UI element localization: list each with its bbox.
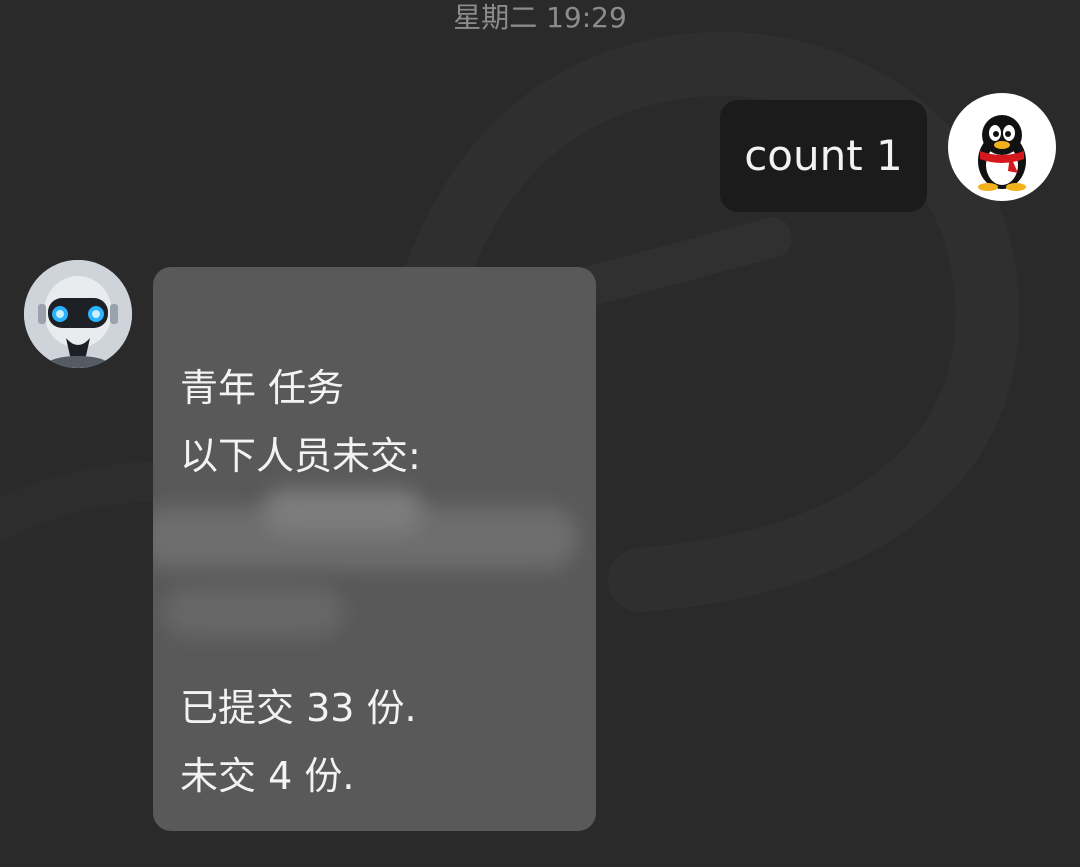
robot-head-icon <box>24 260 132 368</box>
user-avatar[interactable] <box>948 93 1056 201</box>
qq-penguin-icon <box>978 115 1026 191</box>
task-title: 青年 任务 <box>180 366 345 410</box>
bot-avatar[interactable] <box>24 260 132 368</box>
submitted-count: 已提交 33 份. <box>180 686 417 730</box>
not-submitted-count: 未交 4 份. <box>180 754 355 798</box>
missing-list-heading: 以下人员未交: <box>180 434 421 478</box>
message-timestamp: 星期二 19:29 <box>453 1 627 34</box>
incoming-message-bubble[interactable]: 青年 任务 以下人员未交: 已提交 33 份. 未交 4 份. <box>153 267 596 831</box>
outgoing-message-bubble[interactable]: count 1 <box>720 100 927 212</box>
